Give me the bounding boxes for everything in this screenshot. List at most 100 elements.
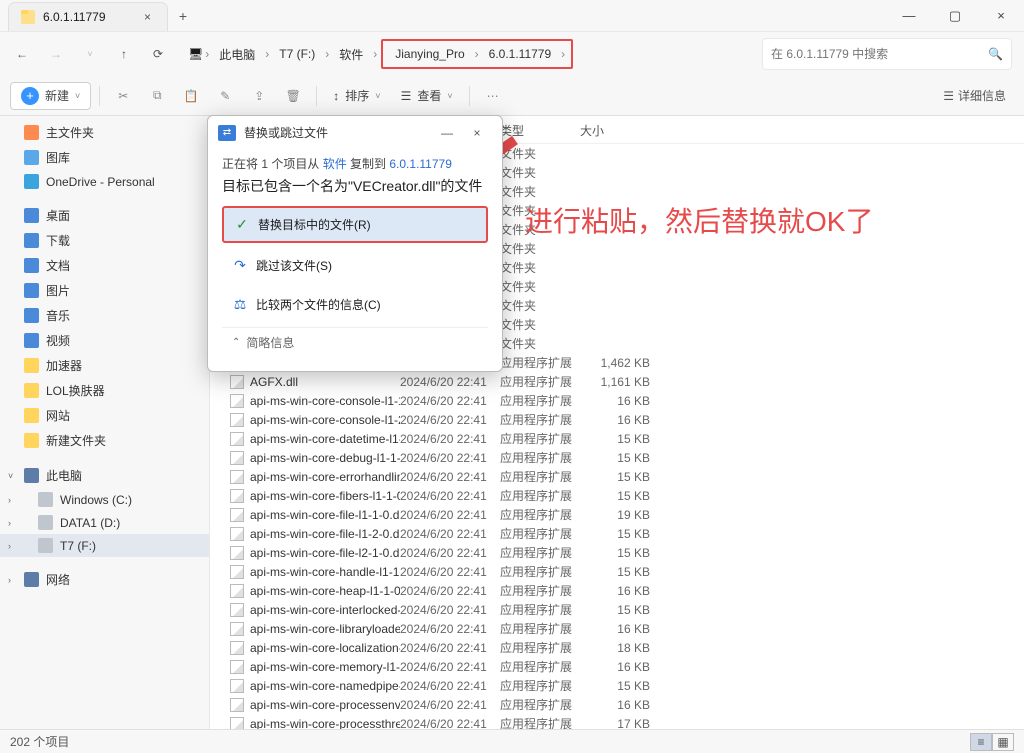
col-type[interactable]: 类型 xyxy=(500,122,580,139)
source-link[interactable]: 软件 xyxy=(323,157,347,171)
sidebar-item[interactable]: 主文件夹 xyxy=(0,120,209,145)
sidebar-item[interactable]: OneDrive - Personal xyxy=(0,170,209,193)
new-button[interactable]: + 新建 ˅ xyxy=(10,82,91,110)
details-view-button[interactable]: ≡ xyxy=(970,733,992,751)
sidebar-item[interactable]: LOL换肤器 xyxy=(0,378,209,403)
file-size: 15 KB xyxy=(580,451,650,465)
sidebar-item-pc[interactable]: ˅ 此电脑 xyxy=(0,463,209,488)
file-row[interactable]: AGFX.dll 2024/6/20 22:41 应用程序扩展 1,161 KB xyxy=(210,372,1024,391)
col-size[interactable]: 大小 xyxy=(580,122,650,139)
dest-link[interactable]: 6.0.1.11779 xyxy=(389,157,452,171)
details-label: 详细信息 xyxy=(958,87,1006,104)
cut-icon[interactable]: ✂ xyxy=(108,82,138,110)
file-row[interactable]: api-ms-win-core-libraryloader-l1-1-0… 20… xyxy=(210,619,1024,638)
more-icon[interactable]: ⋯ xyxy=(478,82,508,110)
crumb-pc[interactable]: 此电脑 xyxy=(211,42,263,67)
file-size: 16 KB xyxy=(580,413,650,427)
crumb-version[interactable]: 6.0.1.11779 xyxy=(481,43,560,65)
chevron-up-icon: ⌃ xyxy=(232,337,240,348)
sidebar-item[interactable]: 加速器 xyxy=(0,353,209,378)
file-row[interactable]: api-ms-win-core-file-l2-1-0.dll 2024/6/2… xyxy=(210,543,1024,562)
file-row[interactable]: api-ms-win-core-handle-l1-1-0.dll 2024/6… xyxy=(210,562,1024,581)
recent-chevron[interactable]: ˅ xyxy=(74,38,106,70)
rename-icon[interactable]: ✎ xyxy=(210,82,240,110)
chevron-right-icon[interactable]: › xyxy=(8,575,11,585)
file-row[interactable]: api-ms-win-core-errorhandling-l1-1-… 202… xyxy=(210,467,1024,486)
replace-option[interactable]: ✓ 替换目标中的文件(R) xyxy=(222,206,488,243)
file-row[interactable]: api-ms-win-core-file-l1-1-0.dll 2024/6/2… xyxy=(210,505,1024,524)
compare-option[interactable]: ⚖ 比较两个文件的信息(C) xyxy=(222,288,488,321)
paste-icon[interactable]: 📋 xyxy=(176,82,206,110)
sidebar-item[interactable]: 网站 xyxy=(0,403,209,428)
search-icon[interactable]: 🔍 xyxy=(988,47,1003,61)
close-window-button[interactable]: × xyxy=(978,0,1024,31)
maximize-button[interactable]: ▢ xyxy=(932,0,978,31)
window-tab[interactable]: 6.0.1.11779 × xyxy=(8,2,168,31)
forward-button[interactable]: → xyxy=(40,38,72,70)
blue-icon xyxy=(24,208,39,223)
sidebar-item[interactable]: 下载 xyxy=(0,228,209,253)
file-row[interactable]: api-ms-win-core-datetime-l1-1-0.dll 2024… xyxy=(210,429,1024,448)
sort-button[interactable]: ↕ 排序 ˅ xyxy=(325,83,388,108)
gallery-icon xyxy=(24,150,39,165)
sidebar-item-drive[interactable]: ›T7 (F:) xyxy=(0,534,209,557)
crumb-drive[interactable]: T7 (F:) xyxy=(271,43,323,65)
copy-icon[interactable]: ⧉ xyxy=(142,82,172,110)
chevron-right-icon[interactable]: › xyxy=(8,541,11,551)
details-button[interactable]: ☰ 详细信息 xyxy=(935,83,1014,108)
file-row[interactable]: api-ms-win-core-localization-l1-2-0.dll … xyxy=(210,638,1024,657)
sidebar-item[interactable]: 桌面 xyxy=(0,203,209,228)
chevron-right-icon[interactable]: › xyxy=(8,518,11,528)
new-tab-button[interactable]: + xyxy=(168,0,198,31)
share-icon[interactable]: ⇪ xyxy=(244,82,274,110)
file-name: api-ms-win-core-errorhandling-l1-1-… xyxy=(250,470,400,484)
file-icon xyxy=(230,698,244,712)
back-button[interactable]: ← xyxy=(6,38,38,70)
close-tab-button[interactable]: × xyxy=(140,10,155,24)
chevron-down-icon: ˅ xyxy=(75,91,80,101)
breadcrumb[interactable]: 🖥 › 此电脑 › T7 (F:) › 软件 › Jianying_Pro › … xyxy=(182,38,754,70)
sidebar-item-drive[interactable]: ›Windows (C:) xyxy=(0,488,209,511)
minimize-button[interactable]: — xyxy=(886,0,932,31)
crumb-jianying[interactable]: Jianying_Pro xyxy=(387,43,472,65)
dialog-minimize-button[interactable]: — xyxy=(432,126,462,140)
file-row[interactable]: api-ms-win-core-processenvironmen… 2024/… xyxy=(210,695,1024,714)
crumb-software[interactable]: 软件 xyxy=(331,42,371,67)
file-row[interactable]: api-ms-win-core-file-l1-2-0.dll 2024/6/2… xyxy=(210,524,1024,543)
sidebar-item[interactable]: 音乐 xyxy=(0,303,209,328)
sidebar-item[interactable]: 视频 xyxy=(0,328,209,353)
search-input[interactable] xyxy=(771,47,988,61)
sidebar-item[interactable]: 图库 xyxy=(0,145,209,170)
file-row[interactable]: api-ms-win-core-interlocked-l1-1-0.dll 2… xyxy=(210,600,1024,619)
chevron-right-icon[interactable]: › xyxy=(8,495,11,505)
view-icon: ☰ xyxy=(401,89,412,103)
file-row[interactable]: api-ms-win-core-heap-l1-1-0.dll 2024/6/2… xyxy=(210,581,1024,600)
file-row[interactable]: api-ms-win-core-fibers-l1-1-0.dll 2024/6… xyxy=(210,486,1024,505)
delete-icon[interactable]: 🗑 xyxy=(278,82,308,110)
chevron-down-icon[interactable]: ˅ xyxy=(8,471,13,481)
up-button[interactable]: ↑ xyxy=(108,38,140,70)
refresh-button[interactable]: ⟳ xyxy=(142,38,174,70)
file-row[interactable]: api-ms-win-core-namedpipe-l1-1-0.dll 202… xyxy=(210,676,1024,695)
view-button[interactable]: ☰ 查看 ˅ xyxy=(393,83,461,108)
sidebar-item[interactable]: 文档 xyxy=(0,253,209,278)
file-name: api-ms-win-core-file-l1-1-0.dll xyxy=(250,508,400,522)
sidebar-item-drive[interactable]: ›DATA1 (D:) xyxy=(0,511,209,534)
file-row[interactable]: api-ms-win-core-console-l1-2-0.dll 2024/… xyxy=(210,410,1024,429)
file-row[interactable]: api-ms-win-core-console-l1-1-0.dll 2024/… xyxy=(210,391,1024,410)
skip-option[interactable]: ↷ 跳过该文件(S) xyxy=(222,249,488,282)
search-box[interactable]: 🔍 xyxy=(762,38,1012,70)
annotation-text: 进行粘贴，然后替换就OK了 xyxy=(525,200,873,240)
dialog-close-button[interactable]: × xyxy=(462,126,492,140)
file-type: 应用程序扩展 xyxy=(500,677,580,694)
file-row[interactable]: api-ms-win-core-debug-l1-1-0.dll 2024/6/… xyxy=(210,448,1024,467)
file-row[interactable]: api-ms-win-core-processthreads-l1-1… 202… xyxy=(210,714,1024,729)
thumbnails-view-button[interactable]: ▦ xyxy=(992,733,1014,751)
sidebar-item[interactable]: 新建文件夹 xyxy=(0,428,209,453)
file-date: 2024/6/20 22:41 xyxy=(400,660,500,674)
sidebar-item-network[interactable]: › 网络 xyxy=(0,567,209,592)
less-info-toggle[interactable]: ⌃ 简略信息 xyxy=(222,327,488,357)
file-name: api-ms-win-core-debug-l1-1-0.dll xyxy=(250,451,400,465)
file-row[interactable]: api-ms-win-core-memory-l1-1-0.dll 2024/6… xyxy=(210,657,1024,676)
sidebar-item[interactable]: 图片 xyxy=(0,278,209,303)
